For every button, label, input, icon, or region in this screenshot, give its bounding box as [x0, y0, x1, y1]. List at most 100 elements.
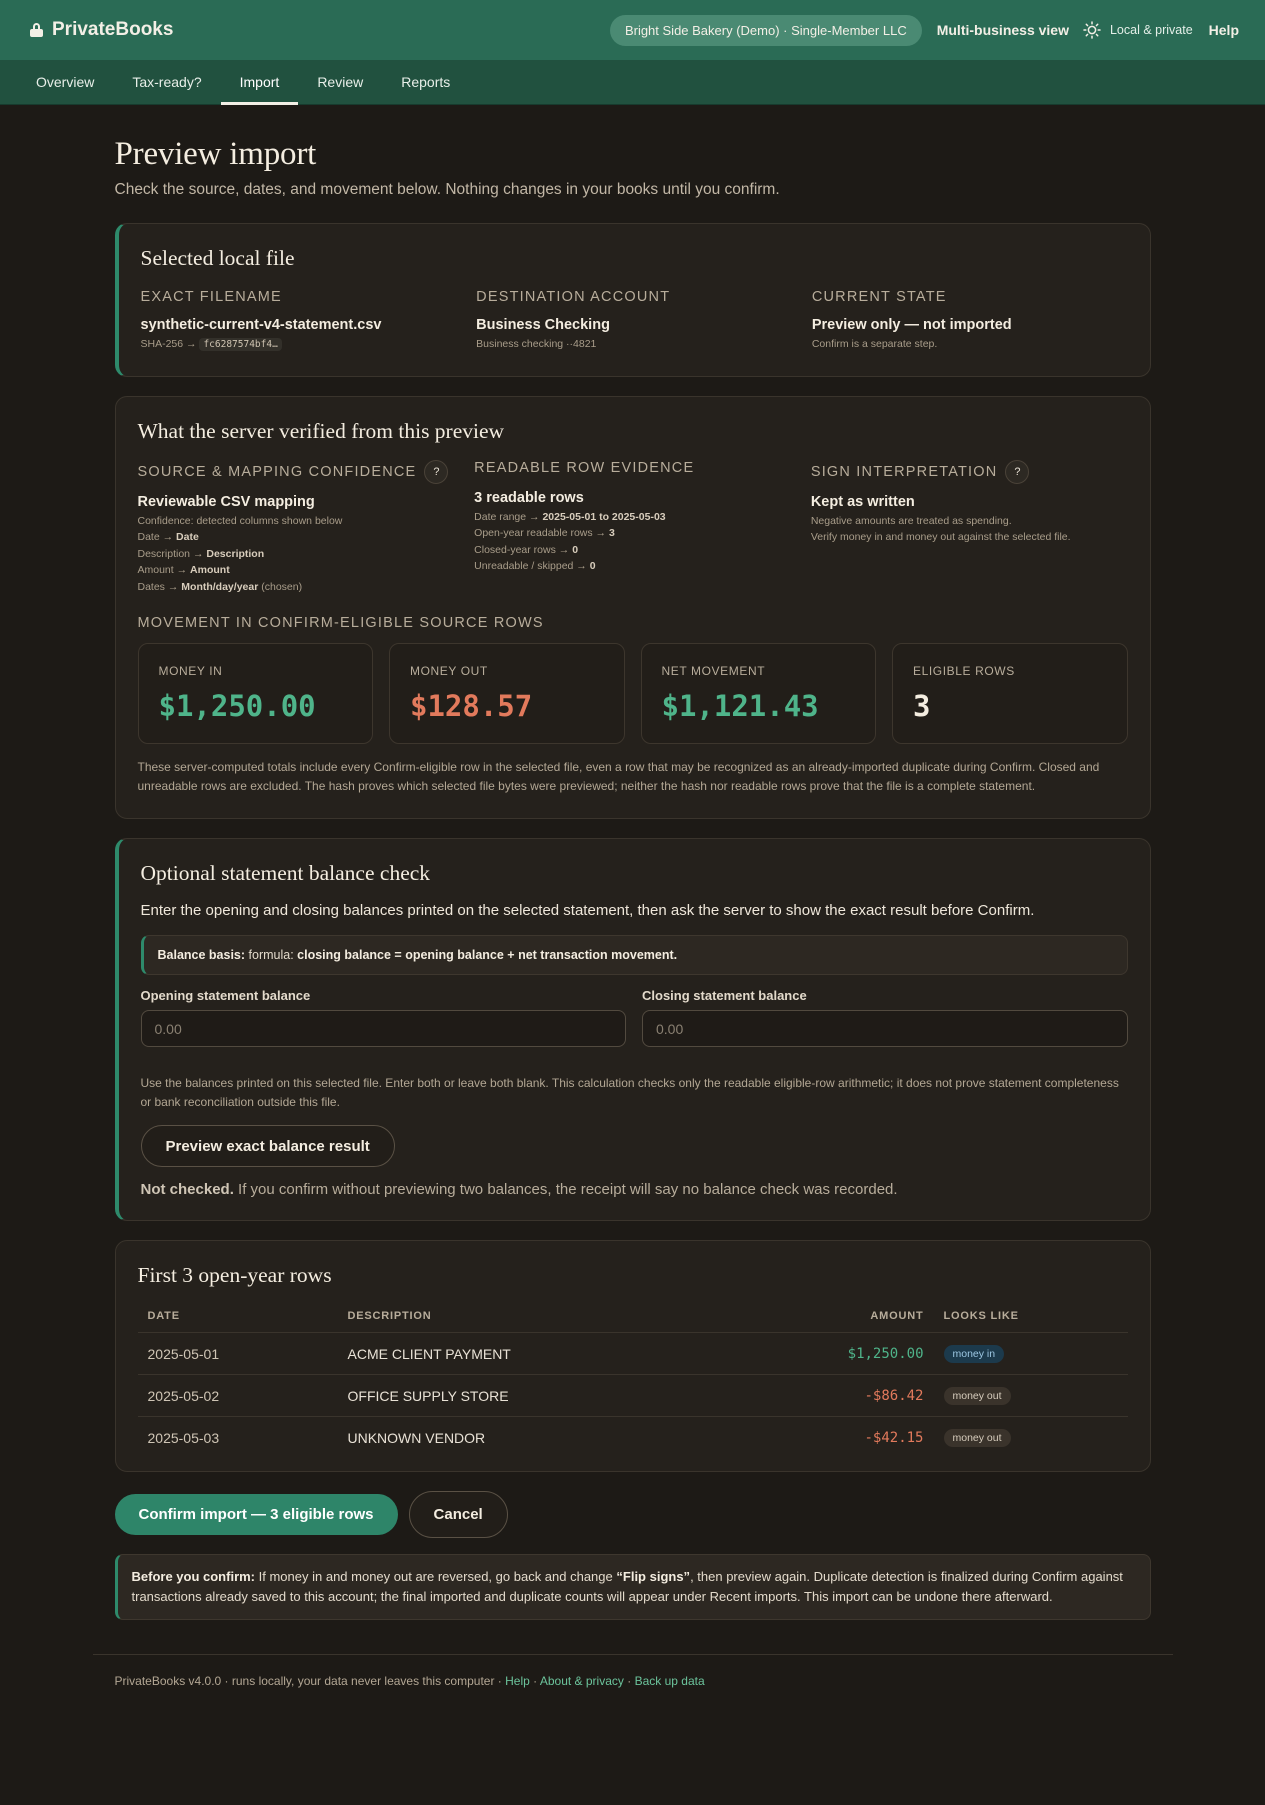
multi-business-link[interactable]: Multi-business view [937, 22, 1069, 38]
row-description: ACME CLIENT PAYMENT [337, 1332, 734, 1375]
map-dates-suffix: (chosen) [261, 580, 303, 593]
basis-formula: closing balance = opening balance + net … [297, 948, 678, 962]
mapping-help-button[interactable]: ? [424, 459, 449, 484]
rows-label: READABLE ROW EVIDENCE [474, 459, 695, 476]
row-type-badge: money out [943, 1429, 1011, 1448]
verified-title: What the server verified from this previ… [137, 418, 505, 443]
tab-import[interactable]: Import [220, 60, 299, 105]
page-subtitle: Check the source, dates, and movement be… [114, 181, 780, 198]
tab-overview[interactable]: Overview [17, 60, 113, 104]
col-looks-like: LOOKS LIKE [933, 1300, 1128, 1333]
footer-about-link[interactable]: About & privacy [540, 1674, 624, 1688]
metric-label: MONEY IN [158, 664, 223, 678]
sign-line-2: Verify money in and money out against th… [810, 531, 1071, 543]
metric-label: MONEY OUT [410, 664, 488, 678]
unreadable-count: 0 [589, 560, 596, 572]
col-description: DESCRIPTION [337, 1300, 734, 1333]
closed-year-prefix: Closed-year rows → [474, 543, 570, 556]
rows-table-card: First 3 open-year rows DATE DESCRIPTION … [114, 1240, 1151, 1472]
row-amount: $1,250.00 [733, 1332, 934, 1375]
map-dates-prefix: Dates → [137, 580, 179, 593]
tab-tax-ready[interactable]: Tax-ready? [113, 60, 220, 104]
sign-line-1: Negative amounts are treated as spending… [810, 514, 1012, 527]
footer: PrivateBooks v4.0.0 · runs locally, your… [92, 1653, 1173, 1707]
balance-status-text: If you confirm without previewing two ba… [238, 1181, 898, 1198]
verified-card: What the server verified from this previ… [114, 395, 1151, 819]
col-date: DATE [137, 1300, 338, 1333]
before-confirm-warning: Before you confirm: If money in and mone… [114, 1553, 1151, 1620]
warning-flip: “Flip signs” [616, 1568, 691, 1584]
brand[interactable]: PrivateBooks [30, 19, 173, 41]
map-dates: Month/day/year [181, 580, 259, 593]
tab-reports[interactable]: Reports [382, 60, 469, 104]
metric-value: 3 [913, 689, 931, 723]
tab-review[interactable]: Review [298, 60, 382, 104]
map-desc: Description [206, 547, 265, 560]
sign-help-button[interactable]: ? [1005, 459, 1030, 484]
closed-year-count: 0 [572, 543, 579, 556]
row-amount: -$42.15 [864, 1429, 924, 1446]
filename-label: EXACT FILENAME [140, 289, 282, 305]
sign-value: Kept as written [810, 493, 915, 510]
table-row: 2025-05-03 UNKNOWN VENDOR -$42.15 money … [138, 1417, 1128, 1459]
row-description: UNKNOWN VENDOR [347, 1429, 486, 1446]
rows-value: 3 readable rows [474, 489, 584, 506]
footer-sep: · [533, 1673, 538, 1688]
opening-balance-label: Opening statement balance [140, 988, 311, 1003]
metric-net-movement: NET MOVEMENT $1,121.43 [640, 643, 876, 744]
row-amount: -$86.42 [733, 1374, 934, 1417]
metric-label: NET MOVEMENT [661, 664, 766, 678]
selected-file-card: Selected local file EXACT FILENAME synth… [114, 223, 1151, 377]
state-detail: Confirm is a separate step. [811, 338, 938, 350]
metric-money-out: MONEY OUT $128.57 [389, 643, 625, 744]
account-detail: Business checking ··4821 [476, 338, 597, 350]
mapping-value: Reviewable CSV mapping [137, 493, 315, 510]
footer-sep: · [627, 1673, 632, 1688]
open-year-count: 3 [608, 527, 615, 539]
map-date-prefix: Date → [137, 531, 174, 543]
closing-balance-input[interactable]: 0.00 [642, 1010, 1128, 1047]
sign-label: SIGN INTERPRETATION [810, 463, 998, 480]
metric-value: $1,250.00 [158, 689, 316, 723]
lock-icon [30, 23, 43, 37]
row-type-badge: money in [943, 1345, 1005, 1363]
metric-value: $1,121.43 [661, 689, 819, 723]
mapping-confidence: Confidence: detected columns shown below [137, 514, 343, 527]
map-amount-prefix: Amount → [137, 564, 188, 576]
metric-money-in: MONEY IN $1,250.00 [137, 643, 373, 744]
cancel-button[interactable]: Cancel [408, 1490, 508, 1538]
table-row: 2025-05-01 ACME CLIENT PAYMENT $1,250.00… [137, 1332, 1128, 1375]
table-row: 2025-05-02 OFFICE SUPPLY STORE -$86.42 m… [137, 1374, 1128, 1417]
footer-backup-link[interactable]: Back up data [635, 1674, 705, 1688]
balance-title: Optional statement balance check [140, 861, 431, 885]
basis-prefix: formula: [248, 948, 294, 962]
account-label: DESTINATION ACCOUNT [476, 289, 671, 305]
business-switcher[interactable]: Bright Side Bakery (Demo) · Single-Membe… [609, 14, 922, 46]
rows-table-title: First 3 open-year rows [137, 1263, 332, 1287]
balance-basis: Balance basis: formula: closing balance … [140, 935, 1128, 975]
map-amount: Amount [190, 564, 230, 576]
balance-help-text: Use the balances printed on this selecte… [140, 1076, 1119, 1109]
footer-text: PrivateBooks v4.0.0 · runs locally, your… [114, 1673, 502, 1688]
sun-icon[interactable] [1083, 21, 1101, 39]
metric-value: $128.57 [410, 689, 533, 723]
help-link[interactable]: Help [1209, 22, 1239, 38]
opening-balance-input[interactable]: 0.00 [140, 1010, 626, 1047]
footer-help-link[interactable]: Help [505, 1674, 530, 1688]
unreadable-prefix: Unreadable / skipped → [474, 560, 587, 572]
balance-status: Not checked. If you confirm without prev… [141, 1181, 1128, 1198]
balance-check-card: Optional statement balance check Enter t… [114, 838, 1151, 1221]
state-value: Preview only — not imported [811, 317, 1012, 333]
balance-status-bold: Not checked. [140, 1181, 234, 1198]
date-range: 2025-05-01 to 2025-05-03 [542, 510, 666, 523]
action-bar: Confirm import — 3 eligible rows Cancel [114, 1490, 1151, 1538]
filename-value: synthetic-current-v4-statement.csv [140, 317, 382, 333]
warning-text-1: If money in and money out are reversed, … [258, 1568, 613, 1584]
preview-balance-button[interactable]: Preview exact balance result [140, 1125, 395, 1167]
basis-label: Balance basis: [157, 948, 246, 962]
confirm-import-button[interactable]: Confirm import — 3 eligible rows [114, 1493, 398, 1535]
metric-eligible-rows: ELIGIBLE ROWS 3 [892, 643, 1128, 744]
row-date: 2025-05-01 [137, 1332, 338, 1375]
main-nav: Overview Tax-ready? Import Review Report… [0, 60, 1265, 105]
date-range-prefix: Date range → [474, 510, 540, 523]
